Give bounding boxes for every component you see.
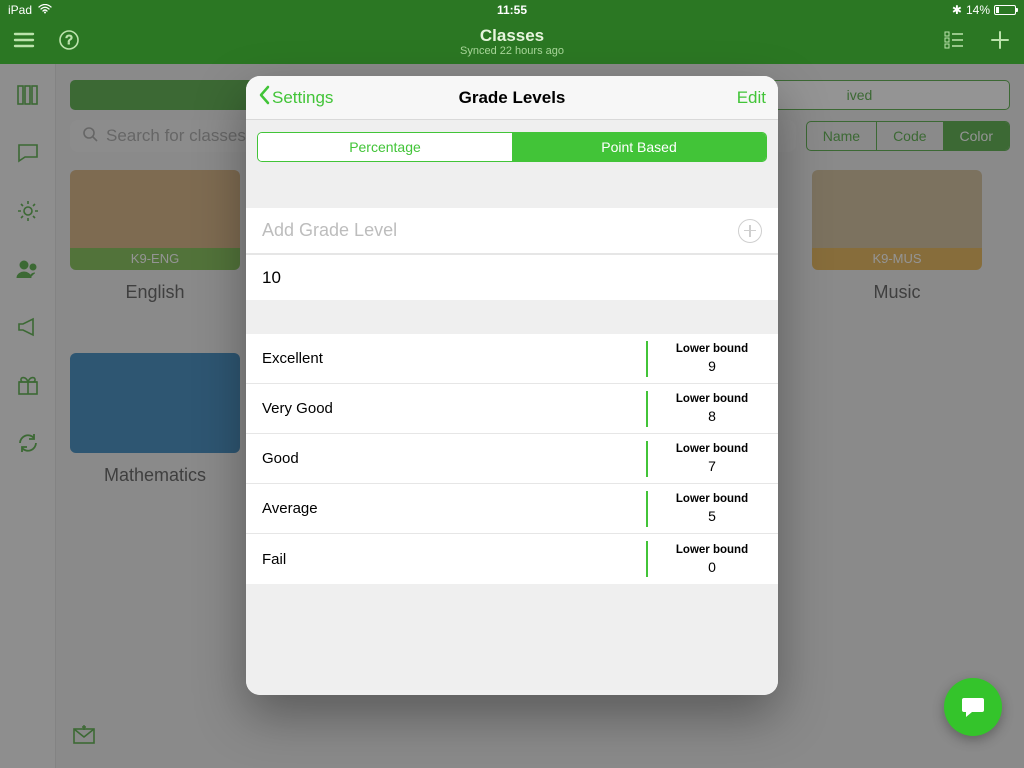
modal-title: Grade Levels [459,88,566,108]
lower-bound-value: 9 [662,358,762,374]
app-navbar: ? Classes Synced 22 hours ago [0,20,1024,64]
lower-bound-value: 0 [662,559,762,575]
grade-row[interactable]: Very Good Lower bound 8 [246,384,778,434]
wifi-icon [38,3,52,17]
status-device: iPad [8,3,32,17]
divider [646,491,648,527]
add-icon[interactable] [988,28,1012,57]
grade-levels-modal: Settings Grade Levels Edit Percentage Po… [246,76,778,695]
divider [646,441,648,477]
chat-fab[interactable] [944,678,1002,736]
lower-bound-caption: Lower bound [662,443,762,455]
back-button[interactable]: Settings [258,85,333,110]
lower-bound-caption: Lower bound [662,393,762,405]
divider [646,391,648,427]
lower-bound-value: 8 [662,408,762,424]
max-points-row[interactable]: 10 [246,254,778,300]
grade-row[interactable]: Fail Lower bound 0 [246,534,778,584]
list-view-icon[interactable] [942,28,966,57]
grade-row[interactable]: Excellent Lower bound 9 [246,334,778,384]
basis-segmented[interactable]: Percentage Point Based [257,132,767,162]
seg-point-based[interactable]: Point Based [512,133,766,161]
bluetooth-icon: ✱ [952,3,962,17]
help-icon[interactable]: ? [58,29,80,56]
status-time: 11:55 [497,3,527,17]
navbar-title: Classes [460,27,564,46]
grade-label: Very Good [262,400,646,417]
menu-icon[interactable] [12,28,36,57]
grade-label: Average [262,500,646,517]
lower-bound-value: 5 [662,508,762,524]
grade-row[interactable]: Average Lower bound 5 [246,484,778,534]
back-label: Settings [272,88,333,108]
status-bar: iPad 11:55 ✱ 14% [0,0,1024,20]
seg-percentage[interactable]: Percentage [258,133,512,161]
divider [646,541,648,577]
modal-navbar: Settings Grade Levels Edit [246,76,778,120]
add-grade-level-label: Add Grade Level [262,220,397,241]
divider [646,341,648,377]
lower-bound-caption: Lower bound [662,544,762,556]
svg-text:?: ? [65,32,72,47]
lower-bound-caption: Lower bound [662,493,762,505]
grade-label: Fail [262,551,646,568]
grade-list: Excellent Lower bound 9 Very Good Lower b… [246,334,778,584]
modal-body: Percentage Point Based Add Grade Level 1… [246,120,778,695]
lower-bound-value: 7 [662,458,762,474]
battery-icon [994,5,1016,15]
grade-row[interactable]: Good Lower bound 7 [246,434,778,484]
navbar-subtitle: Synced 22 hours ago [460,45,564,57]
grade-label: Excellent [262,350,646,367]
plus-circle-icon [738,219,762,243]
battery-pct: 14% [966,3,990,17]
edit-button[interactable]: Edit [737,88,766,108]
lower-bound-caption: Lower bound [662,343,762,355]
grade-label: Good [262,450,646,467]
add-grade-level-row[interactable]: Add Grade Level [246,208,778,254]
chevron-left-icon [258,85,270,110]
